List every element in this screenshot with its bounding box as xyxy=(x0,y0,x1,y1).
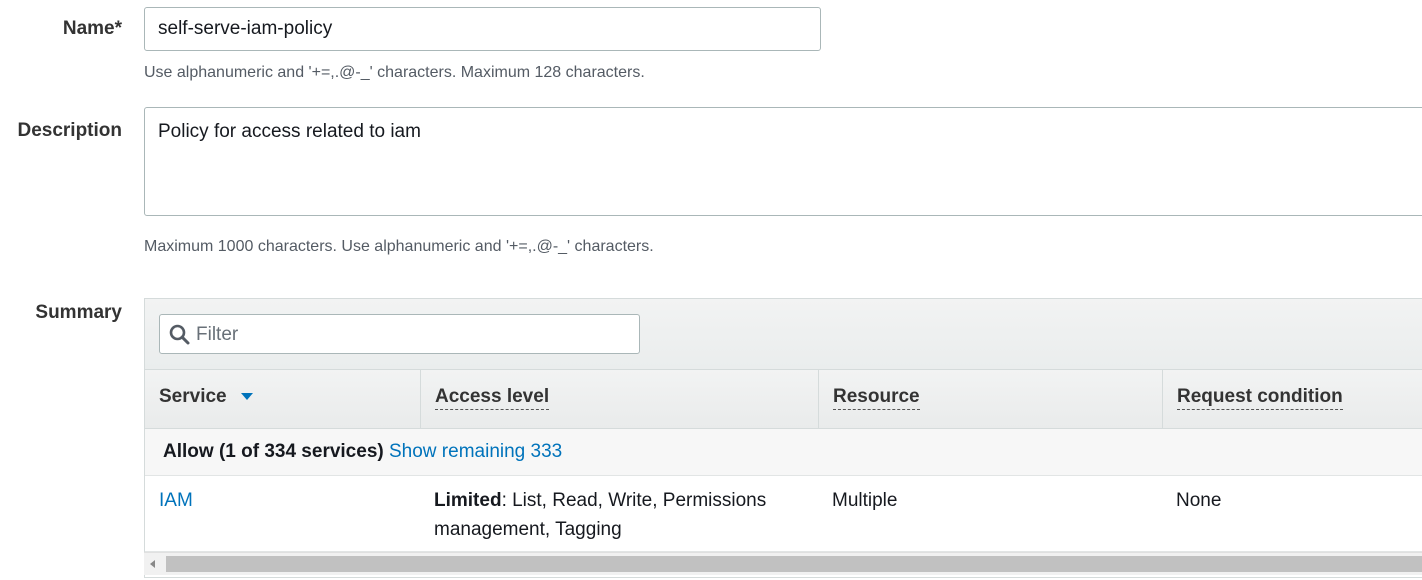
show-remaining-link[interactable]: Show remaining 333 xyxy=(389,441,562,462)
allow-group-row: Allow (1 of 334 services) Show remaining… xyxy=(145,429,1422,476)
filter-input[interactable] xyxy=(194,315,628,355)
service-link[interactable]: IAM xyxy=(159,490,193,511)
summary-table: Service Access level Resource Request co… xyxy=(144,298,1422,578)
name-hint: Use alphanumeric and '+=,.@-_' character… xyxy=(144,64,645,81)
description-label: Description xyxy=(17,120,122,141)
column-header-service[interactable]: Service xyxy=(145,370,420,428)
request-condition-cell: None xyxy=(1176,490,1222,511)
group-label: Allow (1 of 334 services) xyxy=(163,441,384,462)
arrow-left-icon[interactable] xyxy=(150,560,155,568)
caret-down-icon[interactable] xyxy=(240,393,253,401)
summary-label: Summary xyxy=(35,302,122,323)
column-header-access-level: Access level xyxy=(420,370,818,428)
horizontal-scrollbar[interactable] xyxy=(144,552,1422,575)
access-level-prefix: Limited xyxy=(434,490,502,511)
search-icon xyxy=(169,324,190,345)
name-input[interactable]: self-serve-iam-policy xyxy=(144,7,821,51)
column-header-request-condition: Request condition xyxy=(1162,370,1422,428)
name-label: Name* xyxy=(62,18,122,39)
filter-box[interactable] xyxy=(159,314,640,355)
description-hint: Maximum 1000 characters. Use alphanumeri… xyxy=(144,238,654,255)
column-header-label: Access level xyxy=(435,386,550,410)
column-header-label: Service xyxy=(159,386,227,407)
column-header-resource: Resource xyxy=(818,370,1162,428)
description-textarea[interactable]: Policy for access related to iam xyxy=(144,107,1422,216)
scrollbar-thumb[interactable] xyxy=(166,556,1422,572)
column-header-label: Resource xyxy=(833,386,920,410)
column-header-label: Request condition xyxy=(1177,386,1343,410)
table-row: IAM Limited: List, Read, Write, Permissi… xyxy=(145,476,1422,552)
table-header: Service Access level Resource Request co… xyxy=(145,370,1422,429)
filter-bar xyxy=(145,299,1422,370)
access-level-cell: Limited: List, Read, Write, Permissions … xyxy=(434,486,794,544)
resource-cell: Multiple xyxy=(832,490,898,511)
